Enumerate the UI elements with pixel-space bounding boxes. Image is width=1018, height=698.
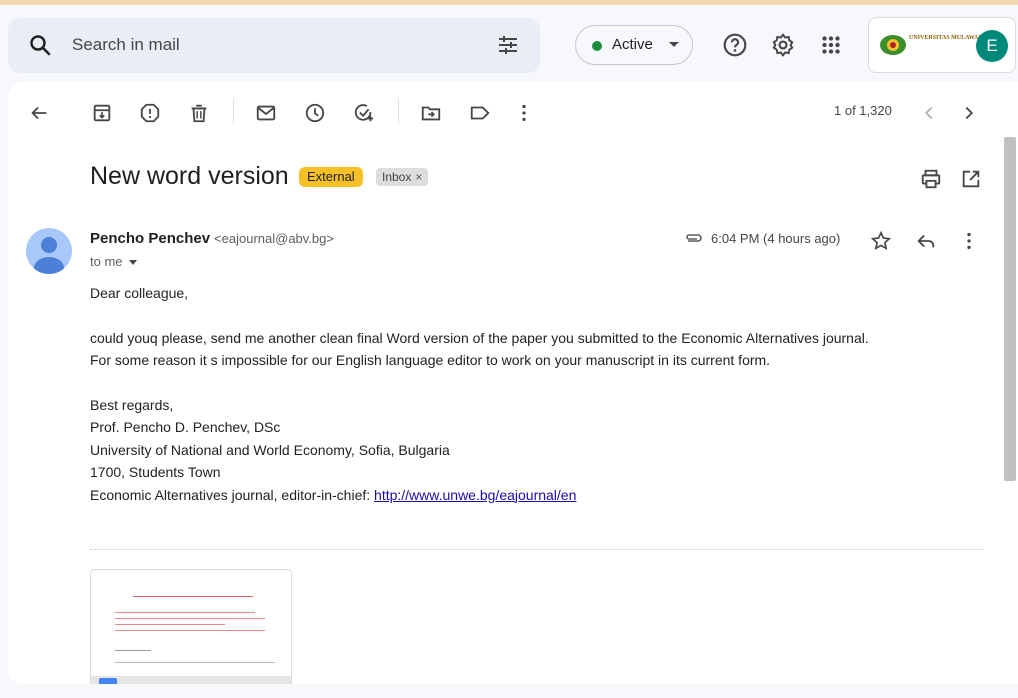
thumbnail-title-line <box>133 596 253 597</box>
inbox-label-text: Inbox <box>382 170 412 184</box>
university-logo <box>880 35 906 55</box>
recipient-label: to me <box>90 254 123 269</box>
label-icon[interactable] <box>469 102 491 124</box>
attachment-footer <box>91 676 291 684</box>
signature-line: Best regards, <box>90 396 174 413</box>
chevron-down-icon <box>669 42 679 47</box>
thumbnail-text-line <box>115 630 265 631</box>
thumbnail-text-line <box>115 650 151 651</box>
signature-line: Prof. Pencho D. Penchev, DSc <box>90 419 281 435</box>
thumbnail-text-line <box>115 662 275 663</box>
message-count: 1 of 1,320 <box>834 103 892 118</box>
star-icon[interactable] <box>870 230 892 252</box>
inbox-label-chip: Inbox × <box>376 168 429 186</box>
reply-icon[interactable] <box>915 230 937 252</box>
avatar[interactable]: E <box>976 30 1008 62</box>
account-switcher[interactable]: UNIVERSITAS MULAWARMAN E <box>868 17 1016 73</box>
signature-line: University of National and World Economy… <box>90 441 450 458</box>
signature-line: 1700, Students Town <box>90 464 221 480</box>
search-icon[interactable] <box>28 33 52 57</box>
attachments-divider <box>90 549 984 550</box>
settings-icon[interactable] <box>770 32 796 58</box>
more-icon[interactable] <box>958 230 980 252</box>
search-input[interactable]: Search in mail <box>72 35 180 55</box>
report-spam-icon[interactable] <box>139 102 161 124</box>
more-icon[interactable] <box>513 102 535 124</box>
thumbnail-text-line <box>115 624 225 625</box>
signature-journal-text: Economic Alternatives journal, editor-in… <box>90 486 375 503</box>
body-paragraph: For some reason it s impossible for our … <box>90 352 771 368</box>
thumbnail-text-line <box>115 612 255 613</box>
add-task-icon[interactable] <box>353 102 375 124</box>
message-pane: 1 of 1,320 New word version External Inb… <box>8 82 1018 684</box>
help-icon[interactable] <box>722 32 748 58</box>
archive-icon[interactable] <box>91 102 113 124</box>
chevron-down-icon[interactable] <box>128 260 137 266</box>
status-dot <box>592 41 602 51</box>
move-to-icon[interactable] <box>420 102 442 124</box>
sender-name-line: Pencho Penchev <eajournal@abv.bg> <box>90 230 334 247</box>
journal-link[interactable]: http://www.unwe.bg/eajournal/en <box>374 487 576 503</box>
search-options-icon[interactable] <box>496 33 520 57</box>
open-in-new-window-icon[interactable] <box>960 168 982 190</box>
toolbar-separator <box>398 99 399 123</box>
sender-email: <eajournal@abv.bg> <box>214 231 334 246</box>
top-accent-strip <box>0 0 1018 5</box>
email-body: Dear colleague, could youq please, send … <box>90 282 869 506</box>
body-greeting: Dear colleague, <box>90 285 189 301</box>
scrollbar-thumb[interactable] <box>1004 137 1016 481</box>
snooze-icon[interactable] <box>304 102 326 124</box>
newer-chevron-icon[interactable] <box>918 102 940 124</box>
mark-unread-icon[interactable] <box>255 102 277 124</box>
apps-icon[interactable] <box>818 32 844 58</box>
attachment-thumbnail[interactable] <box>90 569 292 684</box>
remove-label-icon[interactable]: × <box>415 170 422 184</box>
external-badge: External <box>299 167 363 187</box>
older-chevron-icon[interactable] <box>958 102 980 124</box>
person-icon <box>34 237 64 274</box>
back-arrow-icon[interactable] <box>28 102 50 124</box>
signature-line: Economic Alternatives journal, editor-in… <box>90 484 869 507</box>
print-icon[interactable] <box>920 168 942 190</box>
message-time: 6:04 PM (4 hours ago) <box>711 231 841 246</box>
status-selector[interactable]: Active <box>575 25 693 65</box>
word-doc-icon <box>99 678 117 684</box>
email-subject: New word version <box>90 162 289 190</box>
sender-name[interactable]: Pencho Penchev <box>90 230 210 247</box>
search-bar[interactable]: Search in mail <box>8 18 540 73</box>
recipient-details[interactable]: to me <box>90 254 137 269</box>
attachment-icon <box>686 234 702 242</box>
body-paragraph: could youq please, send me another clean… <box>90 329 869 346</box>
toolbar-separator <box>233 99 234 123</box>
thumbnail-text-line <box>115 618 265 619</box>
delete-icon[interactable] <box>188 102 210 124</box>
status-label: Active <box>612 36 653 53</box>
sender-avatar[interactable] <box>26 228 72 274</box>
